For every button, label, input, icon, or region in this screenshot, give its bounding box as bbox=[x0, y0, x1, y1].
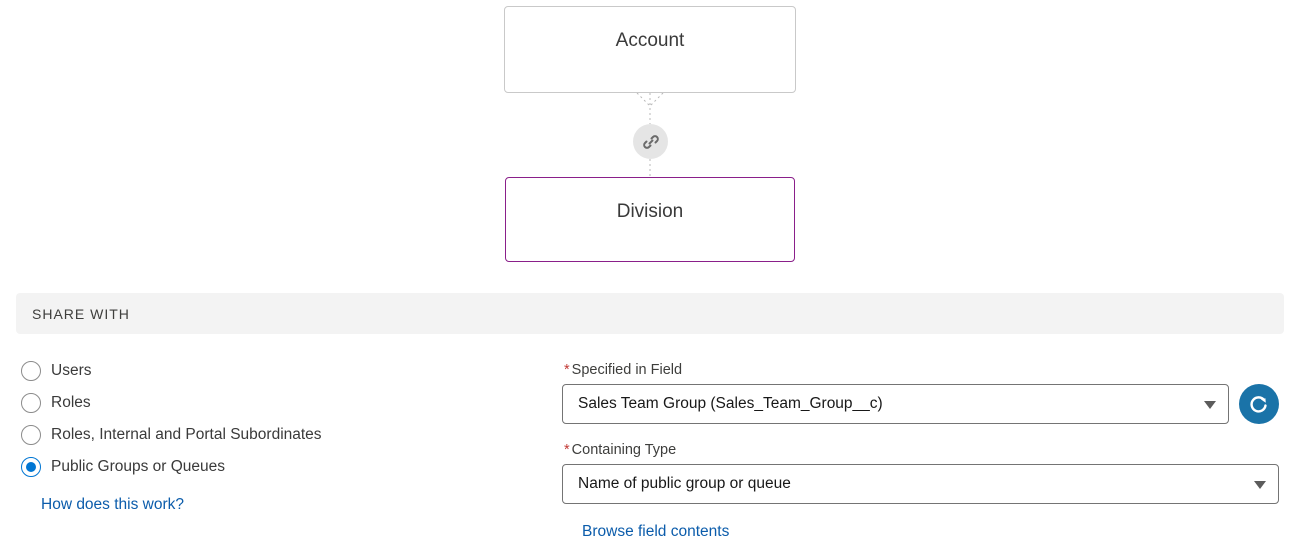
containing-type-label: * Containing Type bbox=[564, 442, 676, 458]
radio-option-roles-subordinates[interactable]: Roles, Internal and Portal Subordinates bbox=[21, 424, 322, 446]
radio-label: Users bbox=[51, 362, 92, 379]
field-label-text: Specified in Field bbox=[571, 362, 683, 378]
refresh-button[interactable] bbox=[1239, 384, 1279, 424]
radio-option-roles[interactable]: Roles bbox=[21, 392, 91, 414]
child-object-label: Division bbox=[616, 201, 684, 222]
specified-in-field-select[interactable]: Sales Team Group (Sales_Team_Group__c) bbox=[562, 384, 1229, 424]
chevron-down-icon bbox=[1204, 401, 1216, 409]
share-with-section-header: SHARE WITH bbox=[16, 293, 1284, 334]
radio-button-selected[interactable] bbox=[21, 457, 41, 477]
section-title: SHARE WITH bbox=[32, 305, 130, 322]
child-object-node: Division bbox=[505, 177, 795, 262]
radio-label: Roles, Internal and Portal Subordinates bbox=[51, 426, 322, 443]
specified-in-field-label: * Specified in Field bbox=[564, 362, 682, 378]
required-marker: * bbox=[564, 362, 570, 378]
select-value: Name of public group or queue bbox=[578, 475, 791, 492]
parent-object-node: Account bbox=[504, 6, 796, 93]
containing-type-select[interactable]: Name of public group or queue bbox=[562, 464, 1279, 504]
required-marker: * bbox=[564, 442, 570, 458]
parent-object-label: Account bbox=[615, 30, 685, 51]
radio-option-public-groups[interactable]: Public Groups or Queues bbox=[21, 456, 225, 478]
refresh-icon bbox=[1250, 396, 1267, 413]
how-does-this-work-link[interactable]: How does this work? bbox=[41, 496, 184, 514]
browse-field-contents-link[interactable]: Browse field contents bbox=[582, 523, 729, 541]
radio-label: Roles bbox=[51, 394, 91, 411]
chevron-down-icon bbox=[1254, 481, 1266, 489]
field-label-text: Containing Type bbox=[571, 442, 677, 458]
select-value: Sales Team Group (Sales_Team_Group__c) bbox=[578, 395, 883, 412]
radio-button[interactable] bbox=[21, 393, 41, 413]
relationship-link-badge bbox=[633, 124, 668, 159]
link-icon bbox=[642, 134, 659, 149]
radio-button[interactable] bbox=[21, 361, 41, 381]
radio-button[interactable] bbox=[21, 425, 41, 445]
radio-option-users[interactable]: Users bbox=[21, 360, 91, 382]
radio-label: Public Groups or Queues bbox=[51, 458, 226, 475]
